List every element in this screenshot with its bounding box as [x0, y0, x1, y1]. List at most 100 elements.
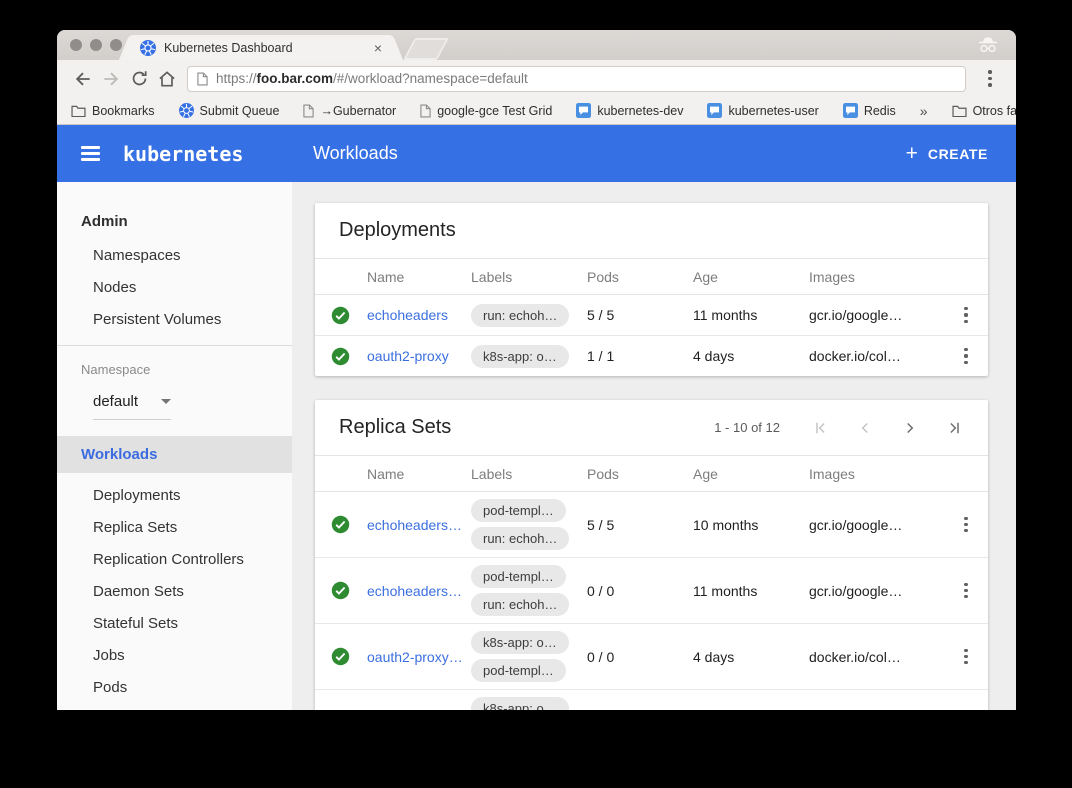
bookmarks-overflow-chevron[interactable]: »	[920, 103, 928, 119]
bookmark-google-gce-test-grid[interactable]: google-gce Test Grid	[420, 104, 552, 118]
label-chip: k8s-app: o…	[471, 697, 569, 710]
first-page-icon[interactable]	[811, 419, 829, 437]
sidebar: Admin Namespaces Nodes Persistent Volume…	[57, 182, 292, 710]
namespace-label: Namespace	[57, 358, 292, 381]
bookmark-gubernator[interactable]: →Gubernator	[303, 104, 396, 118]
bookmark-kubernetes-dev[interactable]: kubernetes-dev	[576, 103, 683, 118]
browser-tab[interactable]: Kubernetes Dashboard ×	[132, 35, 390, 60]
replica-sets-table-header: Name Labels Pods Age Images	[315, 455, 988, 492]
replica-set-link[interactable]: oauth2-proxy…	[367, 649, 471, 665]
sidebar-item-nodes[interactable]: Nodes	[57, 271, 292, 303]
namespace-selector[interactable]: default	[93, 393, 171, 420]
label-chip: run: echoh…	[471, 304, 569, 327]
table-row: echoheaders… pod-templ… run: echoh… 5 / …	[315, 492, 988, 558]
kubernetes-logo: kubernetes	[123, 142, 243, 166]
deployments-card-title: Deployments	[339, 219, 964, 242]
url-text: https://foo.bar.com/#/workload?namespace…	[216, 71, 528, 86]
sidebar-item-daemon-sets[interactable]: Daemon Sets	[57, 575, 292, 607]
replica-set-link[interactable]: echoheaders…	[367, 517, 471, 533]
sidebar-item-pods[interactable]: Pods	[57, 671, 292, 703]
chat-icon	[843, 103, 858, 118]
chevron-down-icon	[161, 399, 171, 404]
check-circle-icon	[331, 581, 367, 600]
check-circle-icon	[331, 306, 367, 325]
replica-sets-card-title: Replica Sets	[339, 416, 714, 439]
kebab-menu-icon[interactable]	[976, 65, 1004, 93]
sidebar-item-persistent-volumes[interactable]: Persistent Volumes	[57, 303, 292, 335]
page-icon	[303, 104, 314, 118]
table-row: oauth2-proxy… k8s-app: o… pod-templ… 0 /…	[315, 690, 988, 710]
page-title: Workloads	[313, 143, 398, 164]
tab-title: Kubernetes Dashboard	[164, 41, 374, 55]
address-bar[interactable]: https://foo.bar.com/#/workload?namespace…	[187, 66, 966, 92]
sidebar-item-namespaces[interactable]: Namespaces	[57, 239, 292, 271]
create-button[interactable]: + CREATE	[906, 143, 988, 164]
tab-close-icon[interactable]: ×	[374, 41, 382, 55]
chevron-left-icon[interactable]	[856, 419, 874, 437]
row-menu-icon[interactable]	[944, 649, 988, 665]
window-controls	[70, 39, 122, 51]
main-content: Deployments Name Labels Pods Age Images …	[292, 182, 1016, 710]
screenshot-canvas: Kubernetes Dashboard × https://foo.bar.c…	[0, 0, 1072, 788]
back-icon[interactable]	[69, 65, 97, 93]
bookmarks-bar: Bookmarks Submit Queue →Gubernator googl…	[57, 97, 1016, 125]
table-row: echoheaders run: echoh… 5 / 5 11 months …	[315, 295, 988, 336]
browser-toolbar: https://foo.bar.com/#/workload?namespace…	[57, 60, 1016, 97]
minimize-window-button[interactable]	[90, 39, 102, 51]
check-circle-icon	[331, 347, 367, 366]
label-chip: run: echoh…	[471, 527, 569, 550]
replica-set-link[interactable]: echoheaders…	[367, 583, 471, 599]
bookmark-redis[interactable]: Redis	[843, 103, 896, 118]
deployment-link[interactable]: echoheaders	[367, 307, 471, 323]
bookmark-submit-queue[interactable]: Submit Queue	[179, 103, 280, 118]
table-row: oauth2-proxy… k8s-app: o… pod-templ… 0 /…	[315, 624, 988, 690]
zoom-window-button[interactable]	[110, 39, 122, 51]
plus-icon: +	[906, 143, 918, 164]
sidebar-item-replica-sets[interactable]: Replica Sets	[57, 511, 292, 543]
home-icon[interactable]	[153, 65, 181, 93]
sidebar-item-admin[interactable]: Admin	[57, 204, 292, 239]
app-header: kubernetes Workloads + CREATE	[57, 125, 1016, 182]
row-menu-icon[interactable]	[944, 348, 988, 364]
kubernetes-icon	[179, 103, 194, 118]
label-chip: k8s-app: o…	[471, 631, 569, 654]
sidebar-item-deployments[interactable]: Deployments	[57, 479, 292, 511]
check-circle-icon	[331, 647, 367, 666]
folder-icon	[952, 105, 967, 117]
last-page-icon[interactable]	[946, 419, 964, 437]
close-window-button[interactable]	[70, 39, 82, 51]
page-icon	[420, 104, 431, 118]
sidebar-item-replication-controllers[interactable]: Replication Controllers	[57, 543, 292, 575]
bookmark-otros-favoritos[interactable]: Otros favoritos	[952, 104, 1016, 118]
forward-icon[interactable]	[97, 65, 125, 93]
label-chip: pod-templ…	[471, 565, 566, 588]
deployments-table-header: Name Labels Pods Age Images	[315, 258, 988, 295]
pagination: 1 - 10 of 12	[714, 419, 964, 437]
hamburger-menu-icon[interactable]	[81, 146, 100, 160]
chat-icon	[576, 103, 591, 118]
table-row: oauth2-proxy k8s-app: o… 1 / 1 4 days do…	[315, 336, 988, 376]
sidebar-item-jobs[interactable]: Jobs	[57, 639, 292, 671]
browser-titlebar: Kubernetes Dashboard ×	[57, 30, 1016, 60]
deployment-link[interactable]: oauth2-proxy	[367, 348, 471, 364]
bookmark-kubernetes-user[interactable]: kubernetes-user	[707, 103, 818, 118]
label-chip: pod-templ…	[471, 659, 566, 682]
chat-icon	[707, 103, 722, 118]
row-menu-icon[interactable]	[944, 517, 988, 533]
check-circle-icon	[331, 515, 367, 534]
row-menu-icon[interactable]	[944, 583, 988, 599]
sidebar-item-stateful-sets[interactable]: Stateful Sets	[57, 607, 292, 639]
incognito-icon	[976, 35, 1000, 60]
page-icon	[197, 72, 208, 86]
table-row: echoheaders… pod-templ… run: echoh… 0 / …	[315, 558, 988, 624]
bookmark-bookmarks[interactable]: Bookmarks	[71, 104, 155, 118]
kubernetes-favicon-icon	[140, 40, 156, 56]
row-menu-icon[interactable]	[944, 307, 988, 323]
new-tab-button[interactable]	[403, 38, 449, 60]
label-chip: k8s-app: o…	[471, 345, 569, 368]
label-chip: run: echoh…	[471, 593, 569, 616]
replica-sets-card: Replica Sets 1 - 10 of 12 Name Labels Po…	[315, 400, 988, 710]
reload-icon[interactable]	[125, 65, 153, 93]
sidebar-item-workloads[interactable]: Workloads	[57, 436, 292, 473]
chevron-right-icon[interactable]	[901, 419, 919, 437]
